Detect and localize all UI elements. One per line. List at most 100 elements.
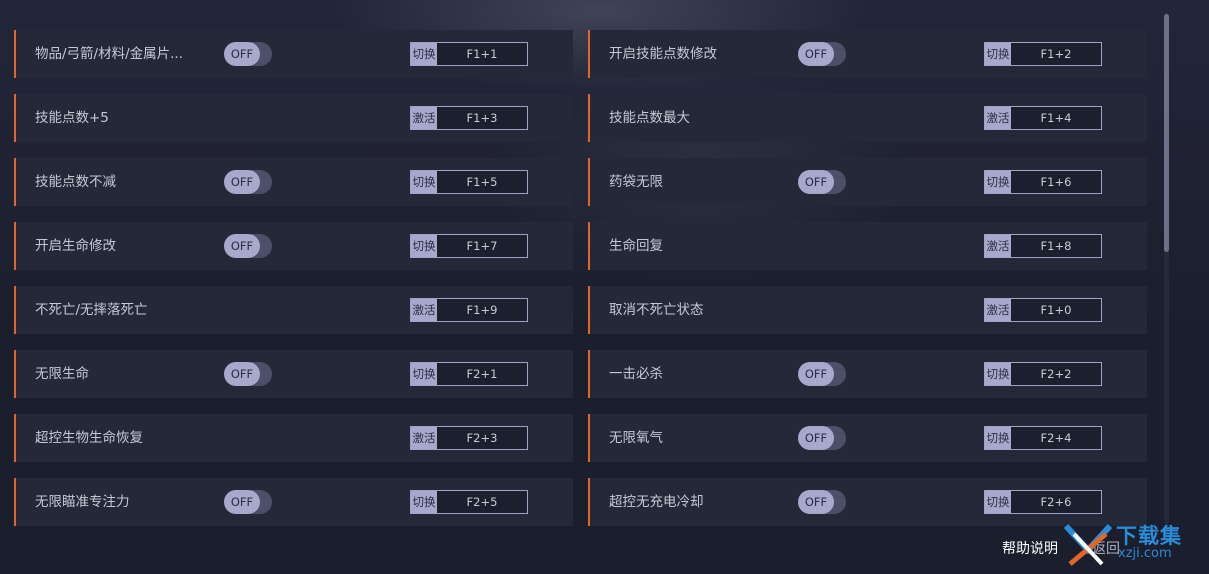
cheat-row: 无限生命 OFF 切换 F2+1 — [14, 350, 573, 398]
hotkey-mode-badge: 切换 — [985, 43, 1011, 65]
watermark-url: xzji.com — [1118, 546, 1172, 561]
cheat-label: 一击必杀 — [609, 366, 663, 382]
hotkey-field[interactable]: 激活 F1+8 — [984, 234, 1102, 258]
cheat-toggle[interactable]: OFF — [224, 234, 272, 258]
hotkey-mode-badge: 切换 — [985, 427, 1011, 449]
cheat-row: 物品/弓箭/材料/金属片... OFF 切换 F1+1 — [14, 30, 573, 78]
hotkey-combo: F1+5 — [466, 175, 498, 189]
cheat-label: 生命回复 — [609, 238, 663, 254]
hotkey-mode-badge: 切换 — [411, 171, 437, 193]
hotkey-field[interactable]: 切换 F2+1 — [410, 362, 528, 386]
cheat-row: 无限瞄准专注力 OFF 切换 F2+5 — [14, 478, 573, 526]
cheat-toggle[interactable]: OFF — [224, 490, 272, 514]
hotkey-mode-badge: 切换 — [411, 363, 437, 385]
cheat-label: 超控生物生命恢复 — [35, 430, 143, 446]
hotkey-combo: F1+7 — [466, 239, 498, 253]
cheat-label: 无限瞄准专注力 — [35, 494, 130, 510]
cheat-label: 不死亡/无摔落死亡 — [35, 302, 148, 318]
cheat-label: 技能点数+5 — [35, 110, 109, 126]
toggle-state-label: OFF — [798, 490, 834, 514]
hotkey-field[interactable]: 切换 F1+2 — [984, 42, 1102, 66]
cheat-row: 一击必杀 OFF 切换 F2+2 — [588, 350, 1147, 398]
cheat-row: 取消不死亡状态 激活 F1+0 — [588, 286, 1147, 334]
cheat-row: 技能点数最大 激活 F1+4 — [588, 94, 1147, 142]
hotkey-combo: F2+1 — [466, 367, 498, 381]
cheat-row: 技能点数不减 OFF 切换 F1+5 — [14, 158, 573, 206]
hotkey-mode-badge: 激活 — [985, 299, 1011, 321]
cheat-label: 技能点数不减 — [35, 174, 116, 190]
cheat-label: 开启生命修改 — [35, 238, 116, 254]
cheat-row: 超控无充电冷却 OFF 切换 F2+6 — [588, 478, 1147, 526]
hotkey-mode-badge: 切换 — [985, 363, 1011, 385]
hotkey-mode-badge: 激活 — [411, 299, 437, 321]
cheat-row: 开启生命修改 OFF 切换 F1+7 — [14, 222, 573, 270]
cheat-toggle[interactable]: OFF — [224, 170, 272, 194]
hotkey-field[interactable]: 切换 F2+4 — [984, 426, 1102, 450]
hotkey-combo: F2+3 — [466, 431, 498, 445]
hotkey-mode-badge: 激活 — [985, 235, 1011, 257]
toggle-state-label: OFF — [224, 362, 260, 386]
cheat-row: 无限氧气 OFF 切换 F2+4 — [588, 414, 1147, 462]
hotkey-field[interactable]: 切换 F1+1 — [410, 42, 528, 66]
hotkey-combo: F1+1 — [466, 47, 498, 61]
hotkey-combo: F2+4 — [1040, 431, 1072, 445]
cheat-row: 技能点数+5 激活 F1+3 — [14, 94, 573, 142]
scrollbar[interactable] — [1164, 14, 1169, 524]
help-button[interactable]: 帮助说明 — [1002, 538, 1058, 558]
cheat-toggle[interactable]: OFF — [798, 170, 846, 194]
hotkey-combo: F1+9 — [466, 303, 498, 317]
scrollbar-thumb[interactable] — [1164, 14, 1169, 252]
cheat-row: 开启技能点数修改 OFF 切换 F1+2 — [588, 30, 1147, 78]
toggle-state-label: OFF — [798, 426, 834, 450]
cheat-toggle[interactable]: OFF — [798, 490, 846, 514]
toggle-state-label: OFF — [224, 234, 260, 258]
cheat-list: 物品/弓箭/材料/金属片... OFF 切换 F1+1 开启技能点数修改 OFF 切换 F1+… — [14, 30, 1147, 526]
cheat-label: 无限生命 — [35, 366, 89, 382]
hotkey-mode-badge: 激活 — [411, 107, 437, 129]
toggle-state-label: OFF — [224, 42, 260, 66]
hotkey-field[interactable]: 切换 F2+2 — [984, 362, 1102, 386]
hotkey-field[interactable]: 切换 F1+6 — [984, 170, 1102, 194]
hotkey-combo: F1+2 — [1040, 47, 1072, 61]
hotkey-mode-badge: 切换 — [985, 171, 1011, 193]
cheat-label: 物品/弓箭/材料/金属片... — [35, 46, 184, 62]
cheat-toggle[interactable]: OFF — [798, 362, 846, 386]
hotkey-combo: F1+8 — [1040, 239, 1072, 253]
cheat-label: 取消不死亡状态 — [609, 302, 704, 318]
hotkey-field[interactable]: 激活 F1+0 — [984, 298, 1102, 322]
toggle-state-label: OFF — [798, 362, 834, 386]
hotkey-field[interactable]: 切换 F2+5 — [410, 490, 528, 514]
hotkey-field[interactable]: 切换 F1+5 — [410, 170, 528, 194]
cheat-toggle[interactable]: OFF — [798, 42, 846, 66]
hotkey-combo: F2+2 — [1040, 367, 1072, 381]
hotkey-combo: F1+4 — [1040, 111, 1072, 125]
cheat-label: 超控无充电冷却 — [609, 494, 704, 510]
cheat-label: 药袋无限 — [609, 174, 663, 190]
toggle-state-label: OFF — [224, 170, 260, 194]
hotkey-mode-badge: 激活 — [985, 107, 1011, 129]
watermark-logo-icon — [1063, 523, 1113, 566]
hotkey-field[interactable]: 切换 F1+7 — [410, 234, 528, 258]
cheat-row: 生命回复 激活 F1+8 — [588, 222, 1147, 270]
cheat-label: 技能点数最大 — [609, 110, 690, 126]
cheat-row: 不死亡/无摔落死亡 激活 F1+9 — [14, 286, 573, 334]
hotkey-field[interactable]: 激活 F1+4 — [984, 106, 1102, 130]
hotkey-field[interactable]: 激活 F2+3 — [410, 426, 528, 450]
cheat-toggle[interactable]: OFF — [224, 42, 272, 66]
hotkey-mode-badge: 切换 — [411, 235, 437, 257]
hotkey-combo: F1+0 — [1040, 303, 1072, 317]
hotkey-mode-badge: 切换 — [985, 491, 1011, 513]
hotkey-mode-badge: 切换 — [411, 491, 437, 513]
hotkey-field[interactable]: 激活 F1+3 — [410, 106, 528, 130]
cheat-toggle[interactable]: OFF — [224, 362, 272, 386]
toggle-state-label: OFF — [798, 42, 834, 66]
hotkey-mode-badge: 切换 — [411, 43, 437, 65]
toggle-state-label: OFF — [798, 170, 834, 194]
hotkey-combo: F1+6 — [1040, 175, 1072, 189]
cheat-toggle[interactable]: OFF — [798, 426, 846, 450]
hotkey-combo: F1+3 — [466, 111, 498, 125]
hotkey-field[interactable]: 切换 F2+6 — [984, 490, 1102, 514]
hotkey-field[interactable]: 激活 F1+9 — [410, 298, 528, 322]
cheat-row: 药袋无限 OFF 切换 F1+6 — [588, 158, 1147, 206]
cheat-label: 开启技能点数修改 — [609, 46, 717, 62]
